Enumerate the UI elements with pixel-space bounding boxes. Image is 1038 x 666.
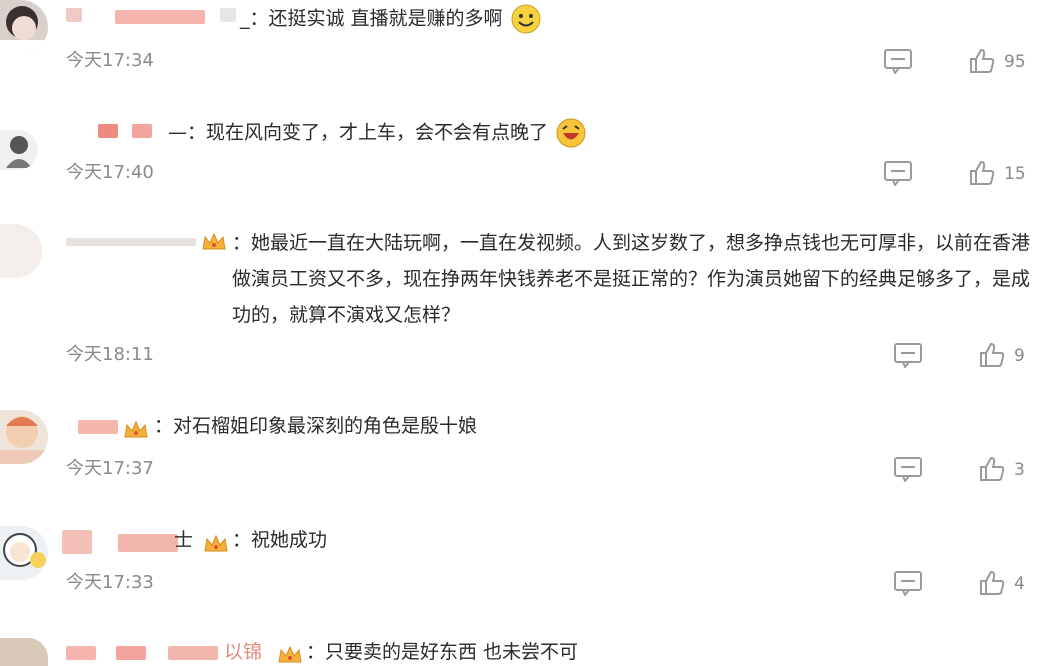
comment-text-line: ：只要卖的是好东西 也未尝不可 [306, 638, 578, 666]
crown-icon [278, 645, 302, 663]
like-icon[interactable] [978, 570, 1008, 596]
separator: ： [232, 529, 252, 551]
username-suffix: ： [154, 415, 174, 437]
comment-text: 只要卖的是好东西 也未尝不可 [325, 641, 579, 663]
like-count: 15 [1004, 164, 1026, 184]
comment-time: 今天17:40 [66, 162, 154, 183]
comment-item: 以锦 ：只要卖的是好东西 也未尝不可 [0, 632, 1038, 666]
crown-icon [124, 420, 148, 438]
blurred-username[interactable] [66, 238, 196, 246]
smile-emoji [511, 4, 541, 34]
comment-item: _：还挺实诚 直播就是赚的多啊 今天17:34 95 [0, 0, 1038, 100]
like-count: 95 [1004, 52, 1026, 72]
blurred-username[interactable] [220, 8, 236, 22]
comment-time: 今天17:37 [66, 458, 154, 479]
avatar[interactable] [0, 130, 38, 170]
avatar[interactable] [0, 224, 42, 278]
username-suffix: _： [240, 7, 269, 30]
blurred-username[interactable] [98, 124, 118, 138]
blurred-username[interactable] [62, 530, 92, 554]
reply-icon[interactable] [883, 160, 913, 186]
crown-icon [202, 232, 226, 250]
blurred-username[interactable] [132, 124, 152, 138]
comment-text: 还挺实诚 直播就是赚的多啊 [268, 7, 503, 30]
username-suffix: ： [232, 232, 252, 254]
blurred-username[interactable] [66, 646, 96, 660]
comment-text: 她最近一直在大陆玩啊，一直在发视频。人到这岁数了，想多挣点钱也无可厚非，以前在香… [232, 232, 1031, 326]
blurred-username[interactable] [116, 646, 146, 660]
comment-item: ：对石榴姐印象最深刻的角色是殷十娘 今天17:37 3 [0, 404, 1038, 509]
like-icon[interactable] [978, 342, 1008, 368]
comment-text: 现在风向变了，才上车，会不会有点晚了 [206, 121, 549, 144]
comment-text-line: _：还挺实诚 直播就是赚的多啊 [240, 4, 541, 34]
comment-text-line: ：对石榴姐印象最深刻的角色是殷十娘 [154, 412, 477, 440]
username-suffix: —： [168, 121, 207, 144]
avatar[interactable] [0, 0, 48, 54]
reply-icon[interactable] [893, 342, 923, 368]
username-suffix: 以锦 [224, 641, 263, 663]
blurred-username[interactable] [118, 534, 178, 552]
comment-text-line: ：她最近一直在大陆玩啊，一直在发视频。人到这岁数了，想多挣点钱也无可厚非，以前在… [232, 225, 1032, 333]
like-count: 3 [1014, 460, 1025, 480]
like-icon[interactable] [978, 456, 1008, 482]
avatar[interactable] [0, 410, 48, 464]
blurred-username[interactable] [115, 10, 205, 24]
comment-time: 今天17:34 [66, 50, 154, 71]
separator: ： [306, 641, 326, 663]
blurred-username[interactable] [66, 8, 82, 22]
comment-text-line: —：现在风向变了，才上车，会不会有点晚了 [168, 118, 586, 148]
comment-text-line: ：祝她成功 [232, 526, 327, 554]
blurred-username[interactable] [168, 646, 218, 660]
reply-icon[interactable] [883, 48, 913, 74]
comment-time: 今天18:11 [66, 344, 154, 365]
like-icon[interactable] [968, 160, 998, 186]
reply-icon[interactable] [893, 456, 923, 482]
comment-text: 对石榴姐印象最深刻的角色是殷十娘 [173, 415, 478, 437]
reply-icon[interactable] [893, 570, 923, 596]
avatar[interactable] [0, 638, 48, 666]
like-icon[interactable] [968, 48, 998, 74]
comment-text-line: 以锦 [224, 638, 262, 666]
like-count: 4 [1014, 574, 1025, 594]
comment-text: 祝她成功 [251, 529, 328, 551]
avatar[interactable] [0, 526, 48, 580]
comment-item: —：现在风向变了，才上车，会不会有点晚了 今天17:40 15 [0, 110, 1038, 210]
laugh-emoji [556, 118, 586, 148]
username-suffix: 士 [174, 529, 194, 551]
blurred-username[interactable] [78, 420, 118, 434]
comment-text-line: 士 [174, 526, 193, 554]
crown-icon [204, 534, 228, 552]
comment-time: 今天17:33 [66, 572, 154, 593]
comment-item: 士 ：祝她成功 今天17:33 4 [0, 518, 1038, 623]
like-count: 9 [1014, 346, 1025, 366]
comment-item: ：她最近一直在大陆玩啊，一直在发视频。人到这岁数了，想多挣点钱也无可厚非，以前在… [0, 218, 1038, 393]
